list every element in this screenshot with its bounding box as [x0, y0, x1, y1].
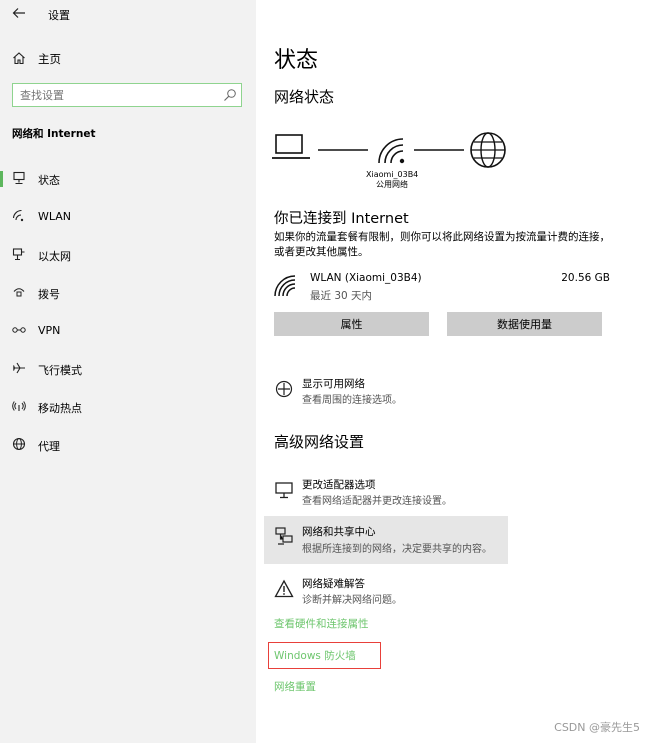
sidebar-section-title: 网络和 Internet: [12, 128, 96, 140]
ssid-text: Xiaomi_03B4: [366, 170, 419, 179]
network-troubleshooter[interactable]: 网络疑难解答 诊断并解决网络问题。: [264, 571, 508, 615]
network-ssid: Xiaomi_03B4 公用网络: [366, 170, 418, 190]
back-arrow-icon[interactable]: [11, 5, 27, 21]
vpn-icon: [12, 323, 26, 337]
show-networks-subtitle: 查看周围的连接选项。: [302, 395, 402, 406]
sidebar-item-ethernet[interactable]: 以太网: [0, 242, 256, 268]
sidebar-item-airplane[interactable]: 飞行模式: [0, 356, 256, 382]
laptop-icon: [272, 134, 310, 159]
wlan-connection-row: WLAN (Xiaomi_03B4) 最近 30 天内 20.56 GB: [274, 269, 610, 305]
troubleshooter-subtitle: 诊断并解决网络问题。: [302, 595, 402, 606]
sidebar-item-dialup[interactable]: 拨号: [0, 280, 256, 306]
adapter-subtitle: 查看网络适配器并更改连接设置。: [302, 496, 452, 507]
internet-globe-icon: [470, 132, 506, 168]
sidebar-item-status[interactable]: 状态: [0, 166, 256, 192]
adapter-icon: [274, 480, 294, 500]
sharing-center-subtitle: 根据所连接到的网络，决定要共享的内容。: [302, 544, 492, 555]
dialup-icon: [12, 285, 26, 299]
search-input[interactable]: [20, 87, 210, 103]
wlan-name: WLAN (Xiaomi_03B4): [310, 272, 422, 284]
connection-status-title: 你已连接到 Internet: [274, 211, 409, 227]
show-available-networks[interactable]: 显示可用网络 查看周围的连接选项。: [264, 371, 508, 415]
wifi-icon: [12, 209, 26, 223]
show-networks-title: 显示可用网络: [302, 378, 365, 390]
sidebar-item-vpn[interactable]: VPN: [0, 318, 256, 344]
home-label: 主页: [38, 52, 61, 66]
network-sharing-center[interactable]: 网络和共享中心 根据所连接到的网络，决定要共享的内容。: [264, 516, 508, 564]
adapter-title: 更改适配器选项: [302, 479, 376, 491]
sidebar-item-label: 代理: [38, 440, 60, 453]
hardware-properties-link[interactable]: 查看硬件和连接属性: [274, 616, 369, 631]
sidebar-item-label: 拨号: [38, 288, 60, 301]
sidebar-item-label: 以太网: [38, 250, 71, 263]
network-status-heading: 网络状态: [274, 88, 335, 106]
sharing-center-icon: [274, 526, 294, 546]
sidebar-item-label: 移动热点: [38, 402, 82, 415]
properties-button[interactable]: 属性: [274, 312, 429, 336]
watermark: CSDN @豪先生5: [554, 721, 640, 734]
active-indicator: [0, 171, 3, 187]
hotspot-icon: [12, 399, 26, 413]
wlan-period: 最近 30 天内: [310, 290, 373, 302]
main-content: 状态 网络状态 Xiaomi_03B4 公用网络 你已连接到 Internet …: [256, 0, 650, 743]
sidebar-item-label: 飞行模式: [38, 364, 82, 377]
windows-firewall-link[interactable]: Windows 防火墙: [274, 648, 356, 663]
title-bar: 设置: [0, 0, 256, 28]
network-reset-link[interactable]: 网络重置: [274, 679, 316, 694]
change-adapter-options[interactable]: 更改适配器选项 查看网络适配器并更改连接设置。: [264, 472, 508, 516]
sidebar-item-proxy[interactable]: 代理: [0, 432, 256, 458]
sidebar: 设置 主页 网络和 Internet 状态 WLAN 以太网: [0, 0, 256, 743]
app-title: 设置: [48, 9, 70, 22]
sidebar-item-wlan[interactable]: WLAN: [0, 204, 256, 230]
advanced-settings-heading: 高级网络设置: [274, 433, 365, 451]
network-search-icon: [274, 379, 294, 399]
network-type-text: 公用网络: [376, 180, 408, 189]
home-icon: [12, 51, 26, 65]
airplane-icon: [12, 361, 26, 375]
ethernet-icon: [12, 247, 26, 261]
sidebar-item-label: VPN: [38, 324, 61, 337]
connection-status-description: 如果你的流量套餐有限制，则你可以将此网络设置为按流量计费的连接，或者更改其他属性…: [274, 231, 610, 258]
wlan-data-usage: 20.56 GB: [561, 272, 610, 284]
sidebar-item-label: WLAN: [38, 210, 72, 223]
sharing-center-title: 网络和共享中心: [302, 526, 376, 538]
data-usage-button[interactable]: 数据使用量: [447, 312, 602, 336]
status-icon: [12, 171, 26, 185]
page-title: 状态: [274, 48, 319, 73]
search-icon[interactable]: [223, 88, 237, 102]
wifi-icon: [274, 275, 298, 297]
search-box[interactable]: [12, 83, 242, 107]
warning-icon: [274, 579, 294, 599]
wifi-signal-icon: [378, 138, 405, 164]
sidebar-item-label: 状态: [38, 174, 60, 187]
troubleshooter-title: 网络疑难解答: [302, 578, 365, 590]
sidebar-item-hotspot[interactable]: 移动热点: [0, 394, 256, 420]
sidebar-item-home[interactable]: 主页: [0, 46, 256, 72]
proxy-globe-icon: [12, 437, 26, 451]
